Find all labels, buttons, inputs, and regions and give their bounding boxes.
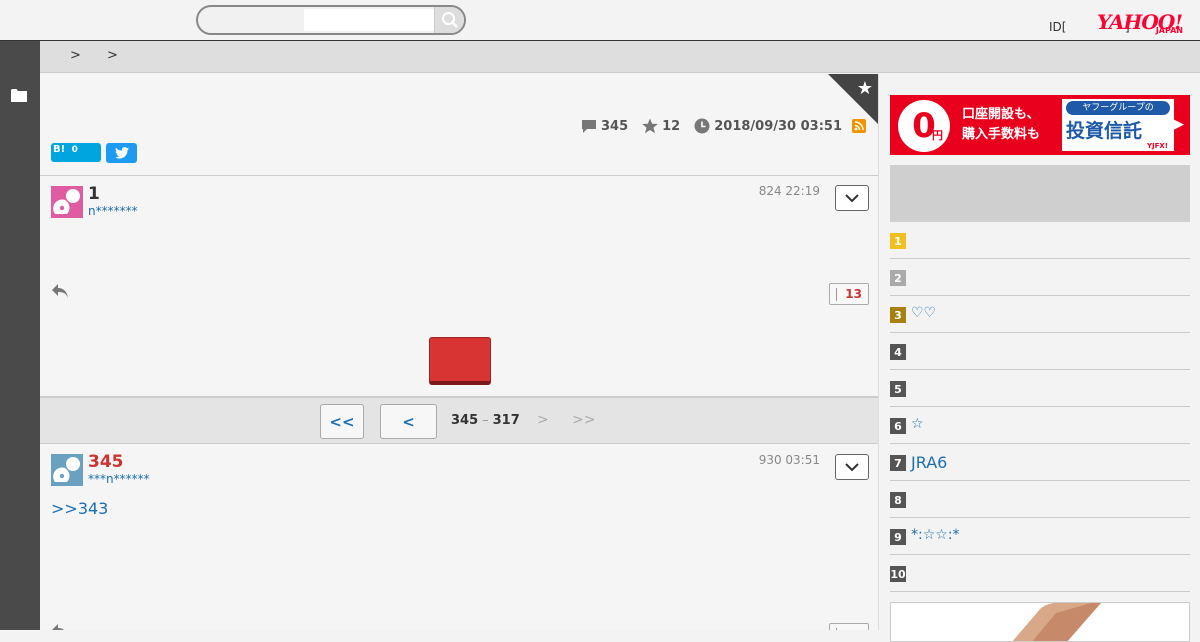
range-dash: –	[482, 413, 489, 428]
comment-count: 345	[601, 118, 629, 134]
ad-copy: 口座開設も、 購入手数料も	[962, 105, 1040, 145]
breadcrumb: > >	[40, 41, 1200, 73]
comment-menu-button[interactable]	[835, 185, 869, 211]
prev-page-button[interactable]: <	[380, 404, 437, 439]
ranking-item[interactable]: 10	[890, 555, 1190, 592]
left-rail	[0, 41, 40, 630]
ad-brand: YJFX!	[1146, 142, 1168, 150]
first-page-button[interactable]: <<	[320, 404, 364, 439]
hatena-bookmark-button[interactable]: B! 0	[51, 143, 101, 162]
chevron-down-icon	[845, 462, 859, 471]
range-end: 317	[492, 413, 520, 428]
comment-date: 824 22:19	[758, 184, 820, 198]
hatena-label: B!	[53, 144, 66, 155]
ranking-item[interactable]: 5	[890, 370, 1190, 407]
rank-badge: 7	[890, 455, 906, 471]
next-page-button[interactable]: >	[537, 412, 549, 428]
top-bar: ID[ ] YAHOO! JAPAN	[0, 0, 1200, 41]
updated-time: 2018/09/30 03:51	[714, 118, 842, 134]
rank-title[interactable]: *:☆☆:*	[911, 527, 960, 543]
ranking-item[interactable]: 3 ♡♡	[890, 296, 1190, 333]
logo-sub-text: JAPAN	[1155, 26, 1183, 35]
ad-line2: 購入手数料も	[962, 127, 1041, 142]
thread-main: ★ 345 12 2018/09/30 03:51 B! 0 1 n******…	[40, 74, 879, 630]
placeholder-box	[890, 165, 1190, 222]
login-id-link[interactable]: ID[	[1049, 20, 1066, 34]
range-start: 345	[451, 413, 479, 428]
comment-date: 930 03:51	[758, 453, 820, 467]
thread-stats: 345 12 2018/09/30 03:51	[581, 116, 866, 136]
ad-product-panel: ヤフーグループの 投資信託 YJFX!	[1062, 99, 1174, 151]
like-button[interactable]: 13	[829, 283, 869, 305]
rank-badge: 10	[890, 566, 906, 582]
like-bar	[836, 288, 837, 301]
reply-anchor-link[interactable]: >>343	[51, 499, 108, 518]
comment-number[interactable]: 345	[88, 452, 124, 472]
pagination: << < 345–317 > >>	[40, 396, 878, 444]
ranking-item[interactable]: 7 JRA6	[890, 444, 1190, 481]
page-range: 345–317	[451, 413, 520, 428]
sidebar: 0 円 口座開設も、 購入手数料も ヤフーグループの 投資信託 YJFX! ▶ …	[880, 74, 1200, 642]
reply-icon[interactable]	[51, 283, 69, 299]
comment-username[interactable]: n*******	[88, 204, 138, 218]
yahoo-japan-logo[interactable]: YAHOO! JAPAN	[1097, 10, 1187, 36]
ad-line1: 口座開設も、	[962, 107, 1040, 122]
ad-product-top: ヤフーグループの	[1066, 101, 1170, 115]
ranking-item[interactable]: 4	[890, 333, 1190, 370]
rank-badge: 9	[890, 529, 906, 545]
favorite-count: 12	[662, 118, 681, 134]
rank-badge: 5	[890, 381, 906, 397]
avatar[interactable]	[51, 186, 83, 218]
search-box	[196, 5, 466, 35]
ranking-item[interactable]: 6 ☆	[890, 407, 1190, 444]
rss-icon[interactable]	[852, 119, 866, 133]
comment-number[interactable]: 1	[88, 184, 100, 204]
twitter-icon	[114, 147, 129, 159]
star-icon	[642, 118, 658, 134]
rank-badge: 2	[890, 270, 906, 286]
comment-icon	[582, 119, 596, 133]
reply-icon[interactable]	[51, 623, 69, 630]
rank-badge: 8	[890, 492, 906, 508]
ranking-item[interactable]: 9 *:☆☆:*	[890, 518, 1190, 555]
rank-title[interactable]: ♡♡	[911, 305, 936, 321]
ad-yen: 円	[932, 129, 943, 142]
ad-product-main: 投資信託	[1066, 120, 1143, 142]
hatena-count: 0	[71, 145, 78, 155]
breadcrumb-separator: >	[70, 48, 81, 63]
search-icon	[441, 12, 458, 28]
ranking-item[interactable]: 1	[890, 222, 1190, 259]
like-button[interactable]	[829, 623, 869, 630]
thumbnail-image[interactable]	[890, 602, 1190, 642]
red-action-button[interactable]	[429, 337, 491, 385]
breadcrumb-separator: >	[107, 48, 118, 63]
comment-username[interactable]: ***n******	[88, 472, 150, 486]
rank-badge: 3	[890, 307, 906, 323]
star-icon: ★	[856, 78, 873, 99]
comment-menu-button[interactable]	[835, 454, 869, 480]
rank-title[interactable]: ☆	[911, 416, 924, 432]
ad-zero: 0	[898, 100, 950, 152]
last-page-button[interactable]: >>	[572, 412, 595, 428]
rank-title[interactable]: JRA6	[911, 453, 947, 472]
clock-icon	[694, 118, 710, 134]
chevron-right-icon: ▶	[1174, 117, 1184, 132]
folder-icon[interactable]	[11, 88, 27, 102]
search-input[interactable]	[304, 9, 434, 31]
ad-banner[interactable]: 0 円 口座開設も、 購入手数料も ヤフーグループの 投資信託 YJFX! ▶	[890, 95, 1190, 155]
twitter-share-button[interactable]	[106, 143, 137, 163]
rank-badge: 1	[890, 233, 906, 249]
avatar[interactable]	[51, 454, 83, 486]
comment-item: 345 ***n****** 930 03:51 >>343	[40, 445, 878, 630]
search-button[interactable]	[434, 7, 464, 33]
chevron-down-icon	[845, 193, 859, 202]
like-count: 13	[845, 287, 862, 301]
rank-badge: 6	[890, 418, 906, 434]
ranking-item[interactable]: 8	[890, 481, 1190, 518]
rank-badge: 4	[890, 344, 906, 360]
ranking-item[interactable]: 2	[890, 259, 1190, 296]
